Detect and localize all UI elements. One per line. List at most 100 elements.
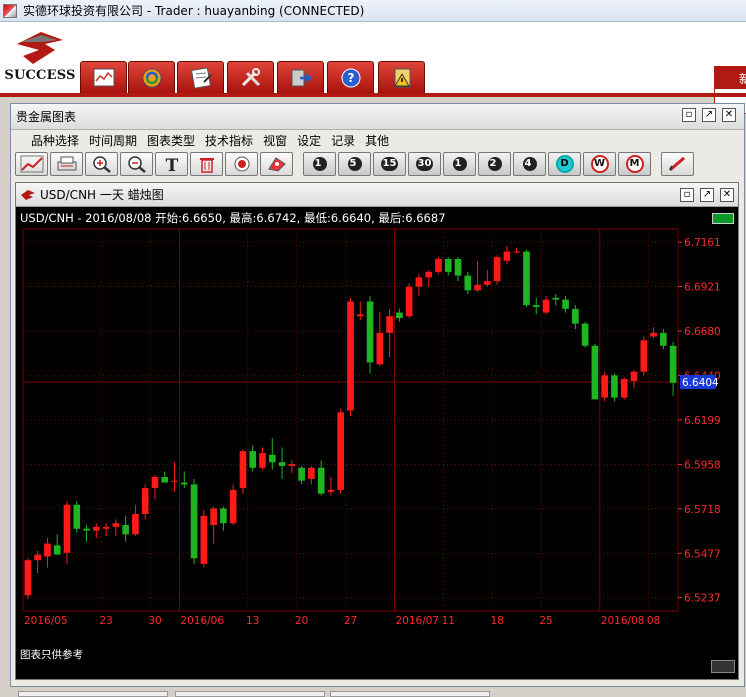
candle-down (268, 454, 276, 463)
candle-down (523, 251, 530, 306)
period-button-1h[interactable]: 1 (443, 152, 476, 176)
candle-up (200, 515, 208, 564)
candle-up (308, 467, 315, 479)
x-tick-label: 08 (647, 615, 660, 627)
period-button-1[interactable]: 1 (303, 152, 336, 176)
period-button-week[interactable]: W (583, 152, 616, 176)
draw-line-button[interactable] (661, 152, 694, 176)
restore-icon[interactable]: ▫ (680, 188, 694, 202)
menu-records[interactable]: 记录 (326, 132, 360, 149)
candle-up (259, 452, 266, 468)
chart-tool-button[interactable] (15, 152, 48, 176)
zoom-out-button[interactable] (120, 152, 153, 176)
candle-up (503, 251, 511, 261)
period-button-day[interactable]: D (548, 152, 581, 176)
close-icon[interactable]: ✕ (720, 188, 734, 202)
period-label: 5 (347, 157, 362, 171)
y-tick-label: 6.6921 (684, 281, 721, 293)
candle-up (171, 480, 178, 482)
period-label: 15 (380, 157, 399, 171)
x-tick-label: 25 (539, 615, 552, 627)
current-price-label: 6.6404 (682, 377, 719, 389)
target-button[interactable] (225, 152, 258, 176)
candle-down (572, 308, 579, 324)
period-label: 1 (312, 157, 327, 171)
outer-window-controls: ▫ ↗ ✕ (682, 108, 736, 122)
x-tick-label: 11 (442, 615, 455, 627)
main-toolbar: SUCCESS ? 新 (0, 22, 746, 114)
x-tick-label: 30 (148, 615, 161, 627)
orders-button[interactable] (177, 61, 224, 93)
chart-window-title-bar: USD/CNH 一天 蜡烛图 ▫ ↗ ✕ (16, 183, 738, 207)
menu-settings[interactable]: 设定 (292, 132, 326, 149)
menu-indicators[interactable]: 技术指标 (200, 132, 258, 149)
chart-window-title: USD/CNH 一天 蜡烛图 (40, 188, 164, 202)
maximize-icon[interactable]: ↗ (700, 188, 714, 202)
candle-down (532, 305, 540, 307)
tools-button[interactable] (227, 61, 274, 93)
print-button[interactable] (50, 152, 83, 176)
period-button-4h[interactable]: 4 (513, 152, 546, 176)
zoom-in-button[interactable] (85, 152, 118, 176)
period-button-15[interactable]: 15 (373, 152, 406, 176)
status-pane (175, 691, 325, 697)
candle-up (376, 332, 384, 365)
chart-window-icon (21, 189, 35, 200)
trend-chart-icon (20, 155, 43, 173)
restore-icon[interactable]: ▫ (682, 108, 696, 122)
toolbar-divider (0, 93, 746, 97)
y-tick-label: 6.5237 (684, 593, 721, 605)
transfer-button[interactable] (277, 61, 324, 93)
candlestick-chart[interactable]: 6.71616.69216.66806.64406.61996.59586.57… (16, 207, 738, 647)
candle-down (83, 528, 90, 531)
color-button[interactable] (260, 152, 293, 176)
x-tick-label: 20 (295, 615, 308, 627)
candle-up (210, 508, 217, 526)
menu-view[interactable]: 视窗 (258, 132, 292, 149)
svg-text:?: ? (347, 71, 354, 85)
x-tick-label: 13 (246, 615, 259, 627)
x-tick-label: 2016/05 (24, 615, 68, 627)
chart-icon-toolbar: T 1 5 15 30 1 2 4 D W M (11, 150, 744, 178)
menu-symbol-select[interactable]: 品种选择 (26, 132, 84, 149)
candle-down (73, 504, 81, 529)
menu-other[interactable]: 其他 (360, 132, 394, 149)
maximize-icon[interactable]: ↗ (702, 108, 716, 122)
delete-button[interactable] (190, 152, 223, 176)
chart-menu-bar: 品种选择 时间周期 图表类型 技术指标 视窗 设定 记录 其他 (11, 130, 744, 150)
candle-down (444, 258, 452, 272)
candle-down (562, 299, 569, 309)
close-icon[interactable]: ✕ (722, 108, 736, 122)
quote-board-button[interactable] (80, 61, 127, 93)
candle-up (337, 412, 345, 490)
period-button-30[interactable]: 30 (408, 152, 441, 176)
candle-up (640, 340, 648, 372)
window-title: 实德环球投资有限公司 - Trader : huayanbing (CONNEC… (23, 4, 365, 18)
help-icon: ? (341, 68, 360, 87)
news-tab-label: 新 (715, 67, 746, 89)
period-button-2h[interactable]: 2 (478, 152, 511, 176)
period-button-5[interactable]: 5 (338, 152, 371, 176)
help-button[interactable]: ? (327, 61, 374, 93)
outer-window-title-bar: 贵金属图表 ▫ ↗ ✕ (11, 104, 744, 130)
x-tick-label: 18 (490, 615, 503, 627)
tools-icon (241, 67, 260, 86)
text-tool-button[interactable]: T (155, 152, 188, 176)
candle-up (112, 523, 120, 527)
menu-chart-type[interactable]: 图表类型 (142, 132, 200, 149)
period-label: 4 (522, 157, 537, 171)
candle-down (317, 467, 325, 494)
refresh-icon (142, 68, 161, 87)
menu-time-period[interactable]: 时间周期 (84, 132, 142, 149)
candle-up (132, 513, 139, 535)
candle-down (611, 375, 618, 398)
candle-down (669, 345, 677, 383)
refresh-button[interactable] (128, 61, 175, 93)
candle-down (278, 462, 286, 466)
chart-scroll-tab[interactable] (711, 660, 735, 673)
y-tick-label: 6.6680 (684, 326, 721, 338)
period-label: D (555, 155, 574, 173)
alert-button[interactable] (378, 61, 425, 93)
brand-name: SUCCESS (4, 68, 76, 83)
period-button-month[interactable]: M (618, 152, 651, 176)
